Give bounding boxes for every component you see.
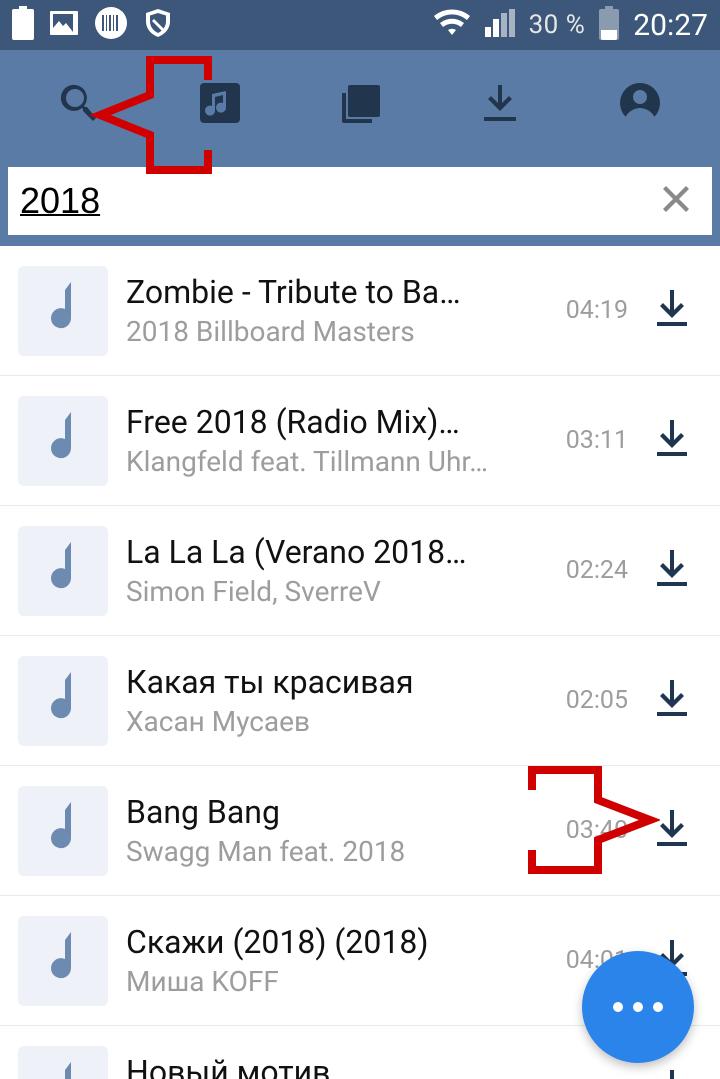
track-artist: Хасан Мусаев (126, 704, 528, 740)
track-list: Zombie - Tribute to Ba…2018 Billboard Ma… (0, 246, 720, 1079)
search-field[interactable] (8, 167, 712, 235)
track-title: Free 2018 (Radio Mix)… (126, 402, 528, 442)
track-artist: Klangfeld feat. Tillmann Uhr… (126, 444, 528, 480)
download-button[interactable] (644, 673, 700, 729)
note-icon (41, 1062, 85, 1079)
download-icon (655, 290, 689, 332)
clear-search-button[interactable] (652, 177, 700, 225)
track-duration: 02:24 (546, 556, 628, 585)
download-button[interactable] (644, 283, 700, 339)
track-thumb (18, 266, 108, 356)
note-icon (41, 802, 85, 860)
track-thumb (18, 1046, 108, 1079)
track-title: Новый мотив (126, 1052, 528, 1079)
note-icon (41, 412, 85, 470)
account-icon (617, 80, 663, 130)
track-meta: La La La (Verano 2018…Simon Field, Sverr… (108, 532, 546, 610)
track-title: Какая ты красивая (126, 662, 528, 702)
track-duration: 04:19 (546, 296, 628, 325)
track-title: Скажи (2018) (2018) (126, 922, 528, 962)
track-thumb (18, 916, 108, 1006)
tab-downloads[interactable] (450, 55, 550, 155)
tab-search[interactable] (30, 55, 130, 155)
track-title: Bang Bang (126, 792, 528, 832)
download-button[interactable] (644, 543, 700, 599)
track-row[interactable]: Free 2018 (Radio Mix)…Klangfeld feat. Ti… (0, 376, 720, 506)
track-artist: Simon Field, SverreV (126, 574, 528, 610)
note-icon (41, 932, 85, 990)
track-meta: Free 2018 (Radio Mix)…Klangfeld feat. Ti… (108, 402, 546, 480)
track-meta: Bang BangSwagg Man feat. 2018 (108, 792, 546, 870)
track-title: Zombie - Tribute to Ba… (126, 272, 528, 312)
track-artist: Миша KOFF (126, 964, 528, 1000)
track-thumb (18, 786, 108, 876)
music-tile-icon (196, 79, 244, 131)
download-icon (655, 1070, 689, 1079)
library-icon (336, 79, 384, 131)
tab-account[interactable] (590, 55, 690, 155)
note-icon (41, 542, 85, 600)
track-meta: Скажи (2018) (2018)Миша KOFF (108, 922, 546, 1000)
search-input[interactable] (20, 178, 652, 224)
download-button[interactable] (644, 803, 700, 859)
download-button[interactable] (644, 413, 700, 469)
tab-bar (0, 50, 720, 160)
download-icon (655, 810, 689, 852)
tab-library[interactable] (310, 55, 410, 155)
track-thumb (18, 526, 108, 616)
note-icon (41, 282, 85, 340)
wifi-icon (433, 8, 471, 42)
battery-percent: 30 % (529, 10, 586, 40)
close-icon (658, 181, 694, 221)
tab-music[interactable] (170, 55, 270, 155)
track-meta: Какая ты красиваяХасан Мусаев (108, 662, 546, 740)
track-row[interactable]: La La La (Verano 2018…Simon Field, Sverr… (0, 506, 720, 636)
image-icon (48, 7, 80, 43)
shield-icon (142, 7, 174, 43)
download-icon (655, 550, 689, 592)
download-icon (655, 420, 689, 462)
signal-icon (485, 9, 515, 41)
battery-icon (599, 6, 619, 44)
track-title: La La La (Verano 2018… (126, 532, 528, 572)
track-artist: 2018 Billboard Masters (126, 314, 528, 350)
fab-more[interactable] (582, 951, 694, 1063)
battery-low-icon (12, 6, 34, 44)
track-meta: Zombie - Tribute to Ba…2018 Billboard Ma… (108, 272, 546, 350)
download-icon (655, 680, 689, 722)
track-thumb (18, 396, 108, 486)
track-thumb (18, 656, 108, 746)
track-artist: Swagg Man feat. 2018 (126, 834, 528, 870)
track-duration: 03:11 (546, 426, 628, 455)
status-bar: 30 % 20:27 (0, 0, 720, 50)
note-icon (41, 672, 85, 730)
track-duration: 03:40 (546, 816, 628, 845)
search-bar (0, 160, 720, 246)
barcode-icon (94, 6, 128, 44)
clock: 20:27 (633, 8, 708, 43)
track-row[interactable]: Какая ты красиваяХасан Мусаев02:05 (0, 636, 720, 766)
download-icon (478, 81, 522, 129)
track-meta: Новый мотивVELIRA (108, 1052, 546, 1079)
more-icon (613, 1002, 663, 1012)
track-row[interactable]: Zombie - Tribute to Ba…2018 Billboard Ma… (0, 246, 720, 376)
track-duration: 02:05 (546, 686, 628, 715)
download-button[interactable] (644, 1063, 700, 1079)
track-row[interactable]: Bang BangSwagg Man feat. 201803:40 (0, 766, 720, 896)
search-icon (57, 80, 103, 130)
